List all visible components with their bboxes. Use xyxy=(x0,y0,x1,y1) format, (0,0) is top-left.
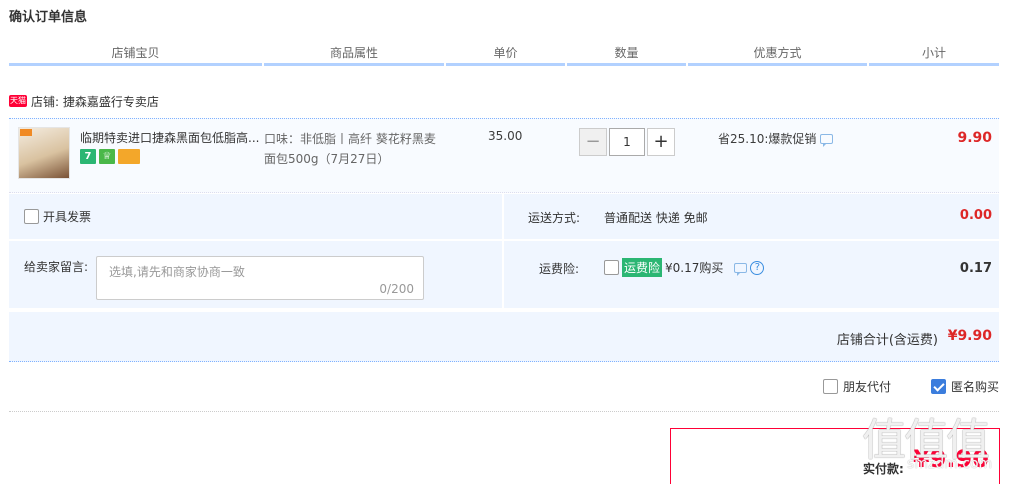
anonymous-label: 匿名购买 xyxy=(951,380,1000,394)
help-icon[interactable]: ? xyxy=(750,260,765,275)
insurance-option: 运费险 ¥0.17购买 ? xyxy=(604,258,765,277)
invoice-checkbox[interactable] xyxy=(24,209,39,224)
extra-options-row: 朋友代付 匿名购买 xyxy=(9,378,999,398)
friend-pay-checkbox[interactable] xyxy=(823,379,838,394)
header-col-subtotal: 小计 xyxy=(869,44,999,66)
message-label: 给卖家留言: xyxy=(24,260,89,274)
header-col-shop-item: 店铺宝贝 xyxy=(9,44,262,66)
header-col-discount: 优惠方式 xyxy=(688,44,867,66)
tmall-icon: 天猫 xyxy=(9,95,27,107)
discount-info: 省25.10:爆款促销 xyxy=(718,130,834,147)
discount-text: 省25.10:爆款促销 xyxy=(718,132,817,146)
divider xyxy=(502,194,504,310)
product-title-link[interactable]: 临期特卖进口捷森黑面包低脂高... xyxy=(80,129,260,146)
shop-total-value: ¥9.90 xyxy=(947,328,992,344)
divider xyxy=(9,308,999,310)
comment-bubble-icon[interactable] xyxy=(734,262,748,276)
header-col-unit-price: 单价 xyxy=(446,44,565,66)
insurance-price: ¥0.17购买 xyxy=(665,261,724,275)
seven-day-return-icon[interactable]: 7 xyxy=(80,149,96,164)
quantity-increase-button[interactable]: + xyxy=(647,128,675,156)
message-char-count: 0/200 xyxy=(379,282,414,296)
anonymous-purchase-option[interactable]: 匿名购买 xyxy=(931,378,999,395)
anonymous-checkbox[interactable] xyxy=(931,379,946,394)
quantity-stepper: − 1 + xyxy=(579,128,675,156)
order-table-header: 店铺宝贝 商品属性 单价 数量 优惠方式 小计 xyxy=(9,44,999,66)
product-attributes: 口味：非低脂丨高纤 葵花籽黑麦面包500g（7月27日） xyxy=(264,132,436,166)
header-col-quantity: 数量 xyxy=(567,44,686,66)
invoice-option[interactable]: 开具发票 xyxy=(24,208,91,225)
friend-pay-option[interactable]: 朋友代付 xyxy=(823,378,891,395)
order-item-row: 临期特卖进口捷森黑面包低脂高... 7 ♕ 口味：非低脂丨高纤 葵花籽黑麦面包5… xyxy=(9,118,999,193)
credit-card-icon[interactable] xyxy=(118,149,140,164)
certified-icon[interactable]: ♕ xyxy=(99,149,115,164)
shop-row: 天猫 店铺: 捷森嘉盛行专卖店 xyxy=(9,92,159,110)
friend-pay-label: 朋友代付 xyxy=(843,380,892,394)
item-subtotal: 9.90 xyxy=(957,130,992,146)
insurance-label: 运费险: xyxy=(539,262,580,276)
shop-name[interactable]: 店铺: 捷森嘉盛行专卖店 xyxy=(31,93,159,110)
header-col-attributes: 商品属性 xyxy=(264,44,444,66)
shipping-label: 运送方式: xyxy=(528,211,581,225)
seller-message-textarea[interactable]: 选填,请先和商家协商一致 0/200 xyxy=(96,256,424,300)
shipping-method: 普通配送 快递 免邮 xyxy=(604,211,708,225)
insurance-tag: 运费险 xyxy=(622,258,663,277)
shop-total-row: 店铺合计(含运费) ¥9.90 xyxy=(9,312,999,362)
quantity-input[interactable]: 1 xyxy=(609,128,645,156)
unit-price: 35.00 xyxy=(488,129,523,143)
order-options-panel: 开具发票 给卖家留言: 选填,请先和商家协商一致 0/200 运送方式: 普通配… xyxy=(9,194,999,310)
watermark-url: smzdm.com xyxy=(907,456,993,472)
insurance-fee: 0.17 xyxy=(959,261,992,276)
shipping-fee: 0.00 xyxy=(959,208,992,223)
divider xyxy=(9,239,999,241)
divider xyxy=(9,411,999,412)
insurance-checkbox[interactable] xyxy=(604,260,619,275)
page-title: 确认订单信息 xyxy=(9,10,88,25)
message-placeholder: 选填,请先和商家协商一致 xyxy=(109,265,245,279)
product-thumbnail[interactable] xyxy=(18,127,70,179)
quantity-decrease-button[interactable]: − xyxy=(579,128,607,156)
invoice-label: 开具发票 xyxy=(43,210,92,224)
service-icons: 7 ♕ xyxy=(80,149,140,164)
shop-total-label: 店铺合计(含运费) xyxy=(836,333,938,348)
brand-tag-icon xyxy=(20,129,32,136)
comment-bubble-icon[interactable] xyxy=(820,133,834,147)
